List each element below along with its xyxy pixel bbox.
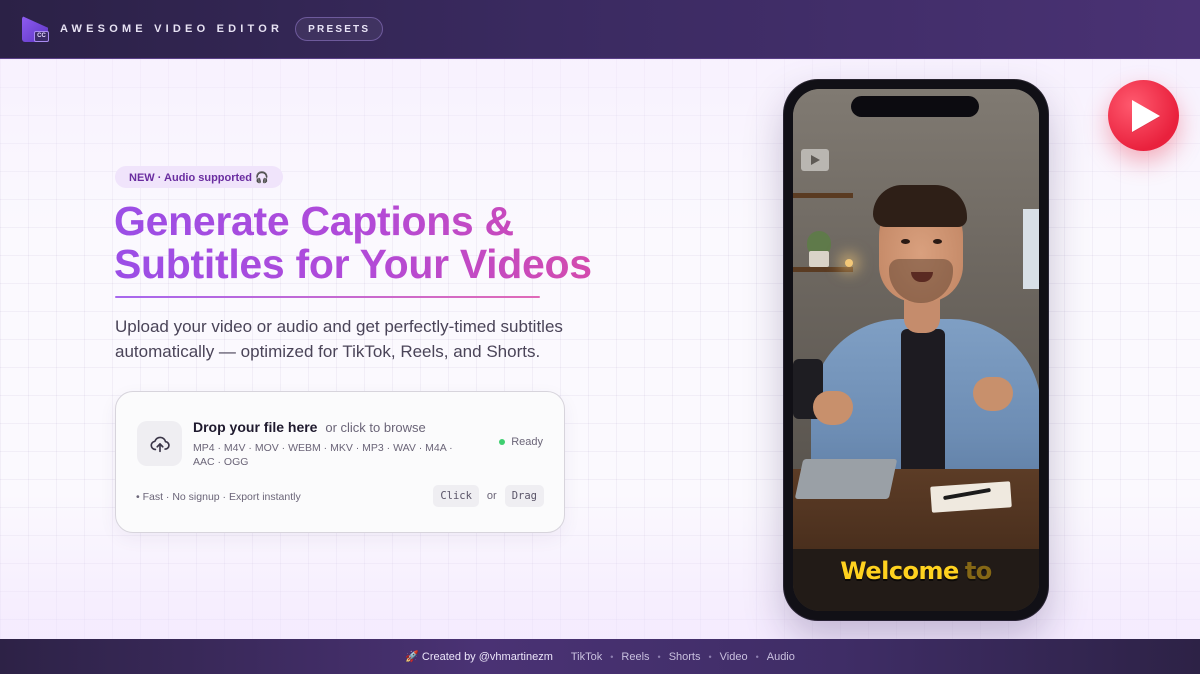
app-logo[interactable]: CC — [22, 16, 49, 42]
browse-hint[interactable]: or click to browse — [325, 420, 425, 435]
formats-line-2: AAC · OGG — [193, 456, 249, 468]
footer-bar: 🚀 Created by @vhmartinezm TikTok • Reels… — [0, 639, 1200, 674]
formats-line-1: MP4 · M4V · MOV · WEBM · MKV · MP3 · WAV… — [193, 442, 453, 454]
headline-line-1: Generate Captions & — [114, 198, 514, 244]
person-eye-right — [933, 239, 942, 244]
person-hand-right — [973, 377, 1013, 411]
footer-link-shorts[interactable]: Shorts — [669, 651, 701, 663]
footer-link-video[interactable]: Video — [720, 651, 748, 663]
drag-key[interactable]: Drag — [504, 485, 544, 507]
play-icon[interactable] — [1108, 80, 1179, 151]
person-hand-left — [813, 391, 853, 425]
caption-next-word: to — [964, 557, 992, 585]
dropzone-title: Drop your file here or click to browse — [193, 419, 426, 435]
cloud-upload-icon — [149, 436, 170, 452]
person-eye-left — [901, 239, 910, 244]
footer-separator: • — [657, 651, 661, 662]
scene-shelf-top — [793, 193, 853, 198]
scene-shelf-bottom — [793, 267, 853, 272]
new-feature-badge-text: NEW · Audio supported 🎧 — [129, 171, 269, 184]
file-dropzone[interactable]: Drop your file here or click to browse M… — [115, 391, 565, 533]
footer-separator: • — [610, 651, 614, 662]
upload-icon-box — [137, 421, 182, 466]
footer-link-tiktok[interactable]: TikTok — [571, 651, 602, 663]
brand-name: AWESOME VIDEO EDITOR — [60, 23, 284, 35]
click-key[interactable]: Click — [433, 485, 479, 507]
laptop-image — [794, 459, 898, 499]
headline-line-2: Subtitles for Your Videos — [114, 241, 592, 287]
footer-credit[interactable]: 🚀 Created by @vhmartinezm — [405, 650, 553, 663]
youtube-plaque-icon — [801, 149, 829, 171]
subtitle-line-1: Upload your video or audio and get perfe… — [115, 317, 563, 336]
plant-pot-image — [809, 251, 829, 267]
person-hair — [873, 185, 967, 227]
new-feature-badge: NEW · Audio supported 🎧 — [115, 166, 283, 188]
presets-button[interactable]: PRESETS — [295, 17, 384, 41]
status-dot — [499, 439, 506, 445]
status-indicator: Ready — [499, 436, 543, 448]
hero-subtitle: Upload your video or audio and get perfe… — [115, 314, 635, 364]
subtitle-line-2: automatically — optimized for TikTok, Re… — [115, 342, 541, 361]
window-image — [1023, 209, 1039, 289]
phone-notch — [851, 96, 979, 117]
dropzone-title-text: Drop your file here — [193, 419, 318, 435]
top-bar: CC AWESOME VIDEO EDITOR PRESETS — [0, 0, 1200, 59]
supported-formats: MP4 · M4V · MOV · WEBM · MKV · MP3 · WAV… — [193, 441, 473, 469]
or-separator: or — [486, 490, 497, 502]
footer-separator: • — [708, 651, 712, 662]
dropzone-actions: Click or Drag — [433, 485, 544, 507]
caption-active-word: Welcome — [840, 557, 959, 585]
footer-link-audio[interactable]: Audio — [767, 651, 795, 663]
phone-preview: Welcome to — [784, 80, 1048, 620]
headline-underline — [115, 296, 540, 298]
footer-separator: • — [755, 651, 759, 662]
status-text: Ready — [511, 436, 543, 448]
phone-screen: Welcome to — [793, 89, 1039, 611]
caption-overlay: Welcome to — [793, 557, 1039, 585]
person-tshirt — [901, 329, 945, 469]
page-headline: Generate Captions & Subtitles for Your V… — [114, 200, 674, 286]
logo-cc-badge: CC — [34, 31, 49, 42]
feature-perks: • Fast · No signup · Export instantly — [136, 491, 301, 503]
lamp-image — [845, 259, 853, 267]
footer-link-reels[interactable]: Reels — [621, 651, 649, 663]
